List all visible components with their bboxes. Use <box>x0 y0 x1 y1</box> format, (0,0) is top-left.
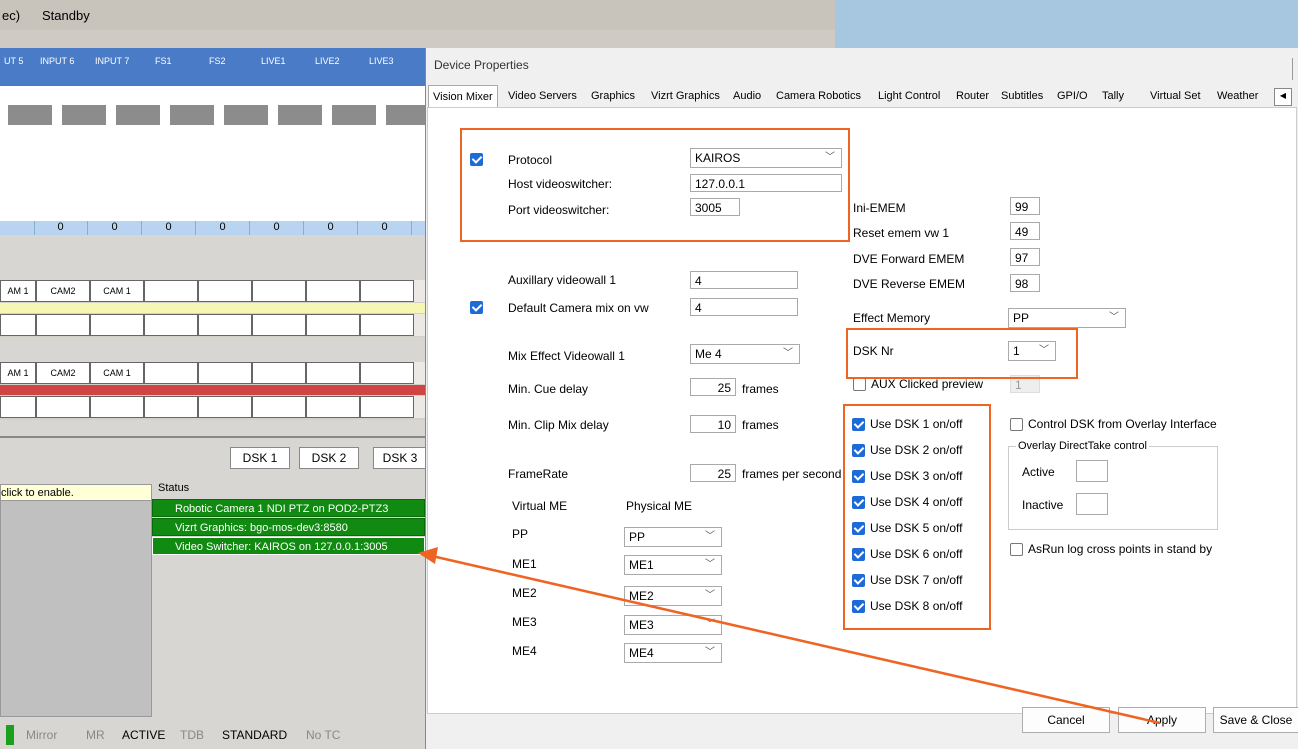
annotation-arrow <box>418 547 1161 725</box>
